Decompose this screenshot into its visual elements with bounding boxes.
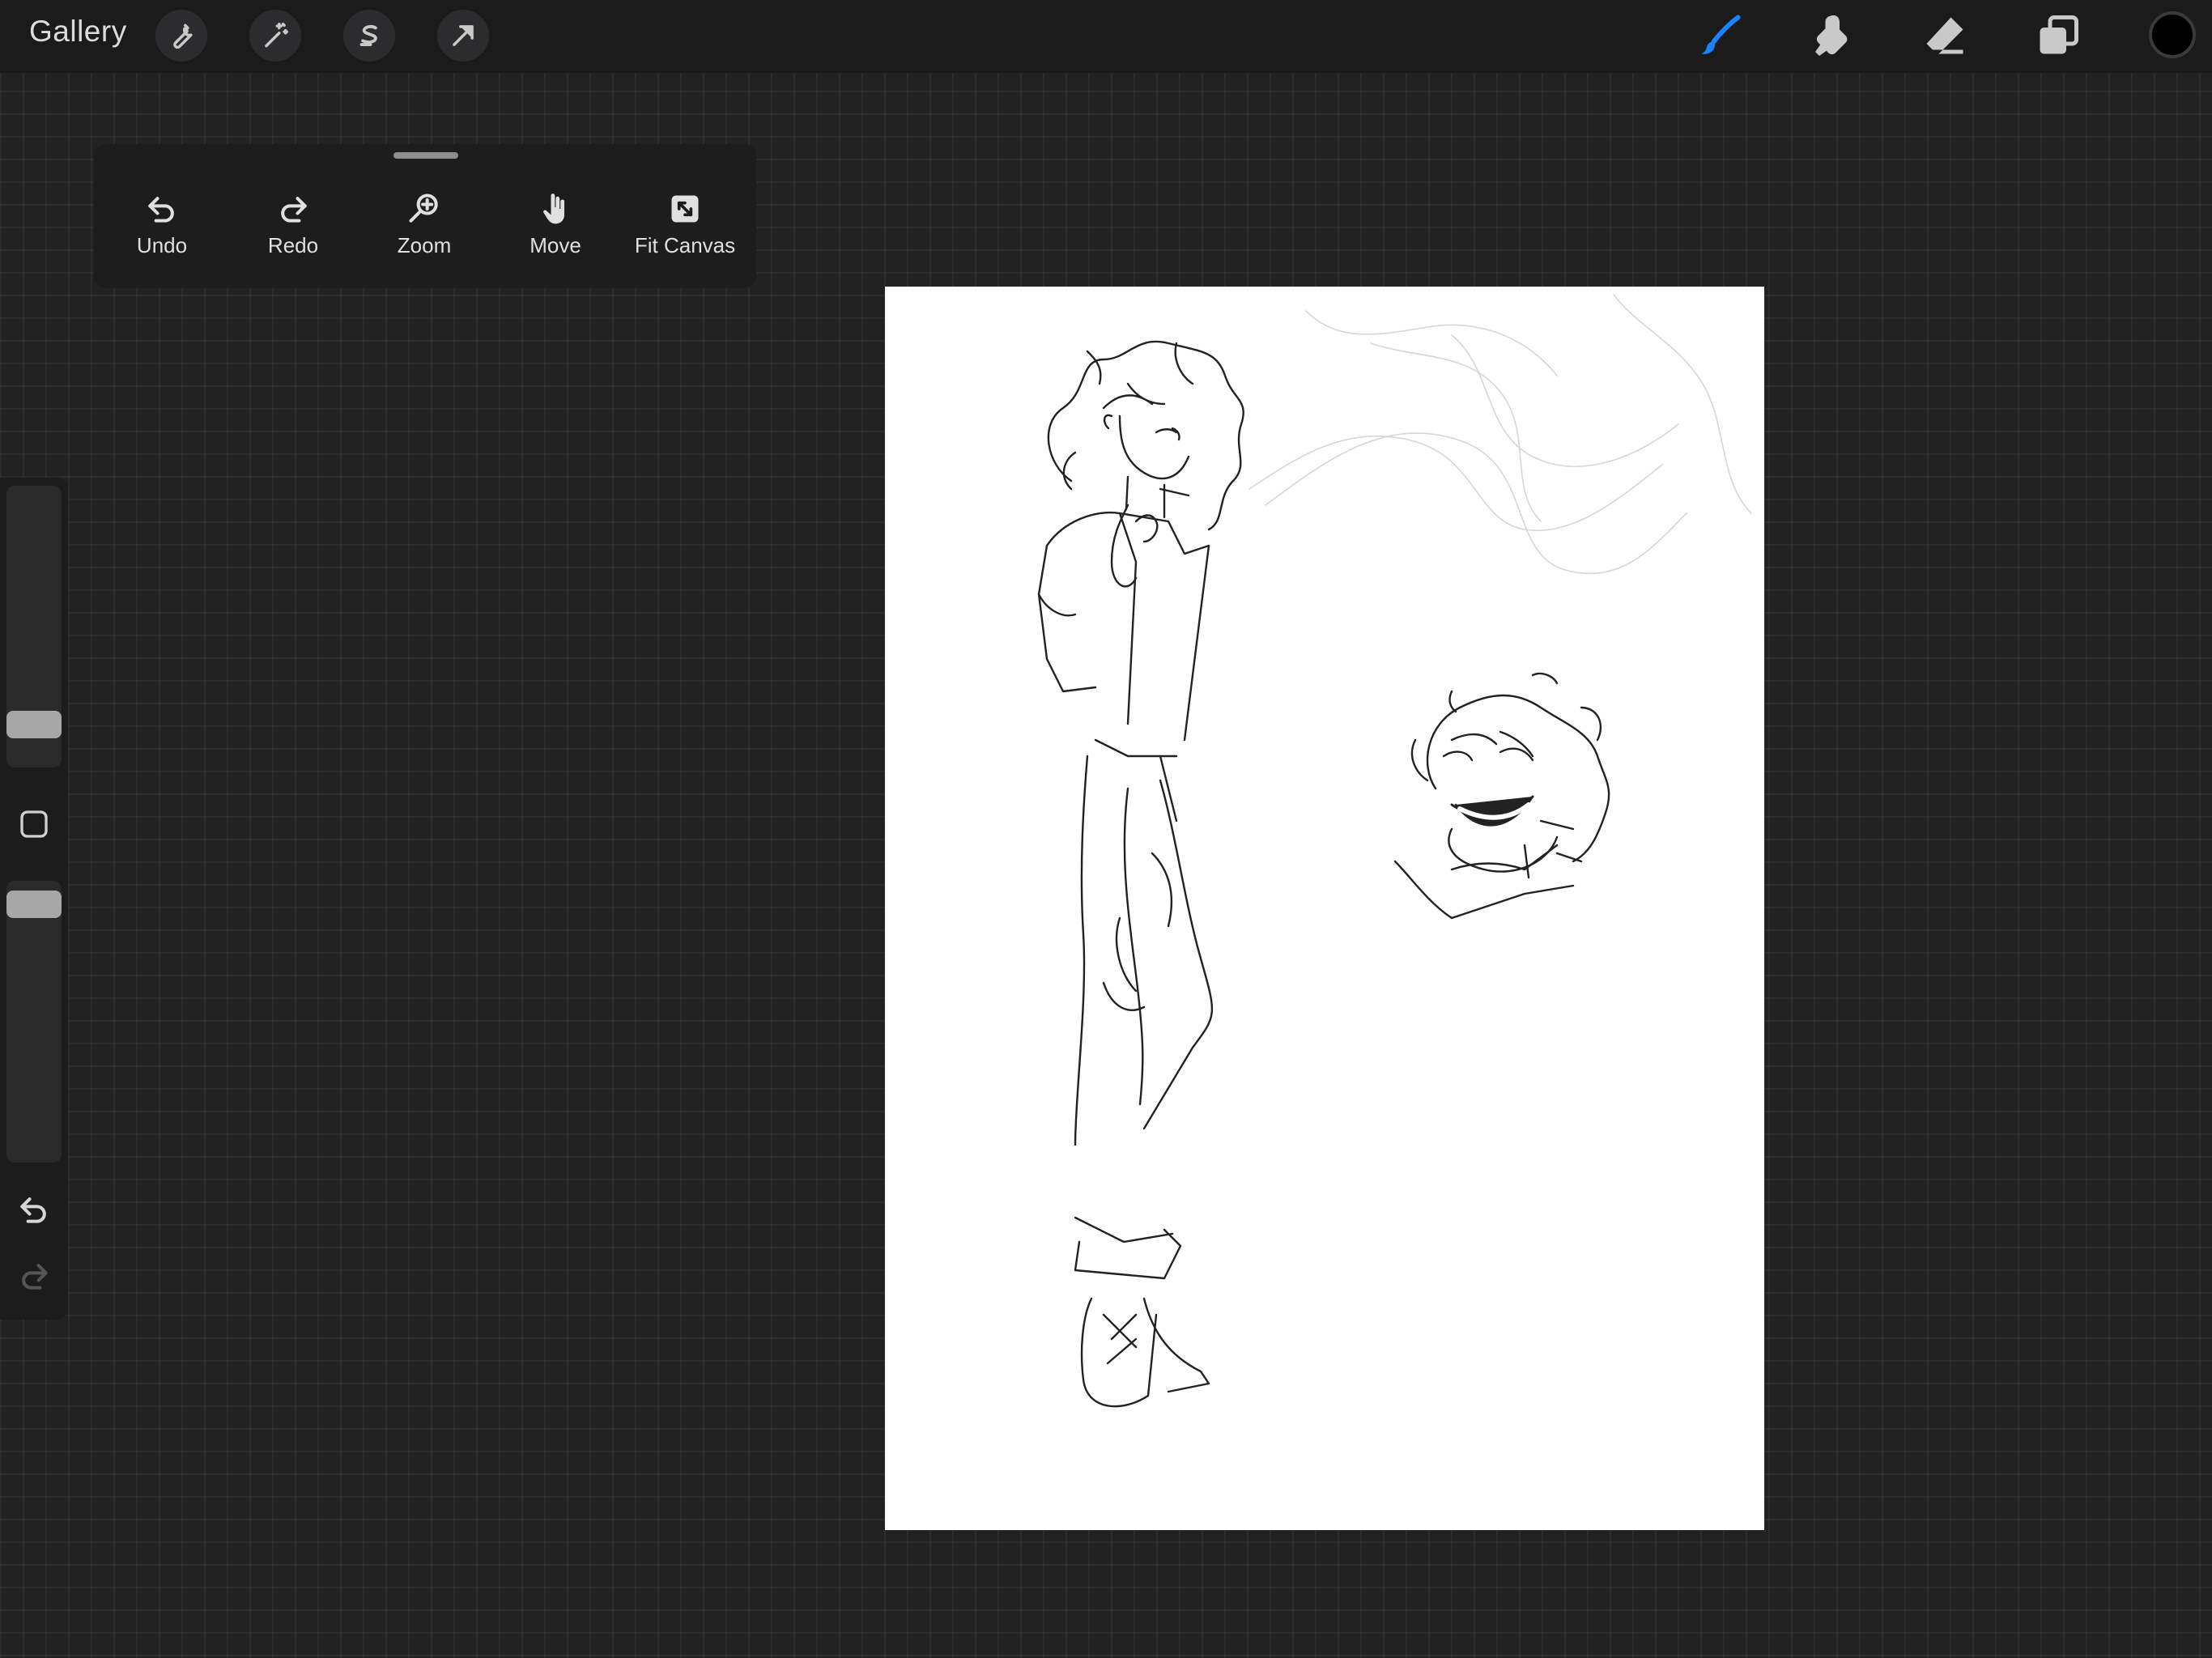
wrench-icon: [173, 23, 193, 49]
smudge-tool-button[interactable]: [1804, 8, 1859, 63]
layers-icon: [2040, 15, 2078, 54]
quick-move-label: Move: [530, 233, 581, 257]
eraser-tool-button[interactable]: [1917, 8, 1972, 63]
square-icon[interactable]: [18, 808, 50, 840]
opacity-slider[interactable]: [6, 881, 62, 1163]
quick-menu-handle[interactable]: [393, 152, 458, 159]
sketch-artwork: [1037, 294, 1752, 1408]
left-sidebar: [0, 478, 68, 1320]
color-picker-button[interactable]: [2149, 11, 2196, 58]
gallery-button[interactable]: Gallery: [29, 15, 127, 49]
zoom-icon: [409, 193, 438, 223]
hand-icon: [543, 193, 564, 224]
smudge-icon: [1815, 15, 1848, 56]
quick-zoom-label: Zoom: [397, 233, 452, 257]
adjustments-button[interactable]: [249, 10, 301, 62]
bust-sketch: [1393, 672, 1610, 920]
transform-button[interactable]: [437, 10, 489, 62]
quick-undo-button[interactable]: Undo: [97, 191, 227, 258]
quick-redo-button[interactable]: Redo: [228, 191, 358, 258]
actions-button[interactable]: [155, 10, 207, 62]
fit-canvas-icon: [671, 195, 699, 223]
quick-zoom-button[interactable]: Zoom: [359, 191, 489, 258]
undo-icon: [148, 197, 174, 223]
arrow-cursor-icon: [453, 25, 474, 46]
magic-wand-icon: [265, 23, 288, 48]
brush-icon: [1701, 15, 1741, 54]
redo-icon[interactable]: [16, 1258, 52, 1294]
brush-size-slider[interactable]: [6, 486, 62, 767]
brush-tool-button[interactable]: [1692, 8, 1747, 63]
opacity-thumb[interactable]: [6, 891, 62, 918]
gesture-quick-menu: Undo Redo Zoom Move Fit Canvas: [94, 144, 756, 288]
top-toolbar: Gallery: [0, 0, 2212, 73]
brush-size-thumb[interactable]: [6, 711, 62, 738]
quick-move-button[interactable]: Move: [491, 191, 620, 258]
quick-fit-canvas-label: Fit Canvas: [634, 233, 736, 257]
standing-figure: [1037, 340, 1244, 1408]
selection-button[interactable]: [343, 10, 395, 62]
undo-icon[interactable]: [16, 1192, 52, 1227]
quick-fit-canvas-button[interactable]: Fit Canvas: [620, 191, 750, 258]
quick-undo-label: Undo: [136, 233, 188, 257]
drawing-canvas[interactable]: [885, 287, 1764, 1530]
layers-button[interactable]: [2031, 8, 2086, 63]
eraser-icon: [1926, 17, 1963, 54]
quick-redo-label: Redo: [267, 233, 319, 257]
redo-icon: [281, 197, 307, 223]
selection-s-icon: [359, 24, 377, 46]
